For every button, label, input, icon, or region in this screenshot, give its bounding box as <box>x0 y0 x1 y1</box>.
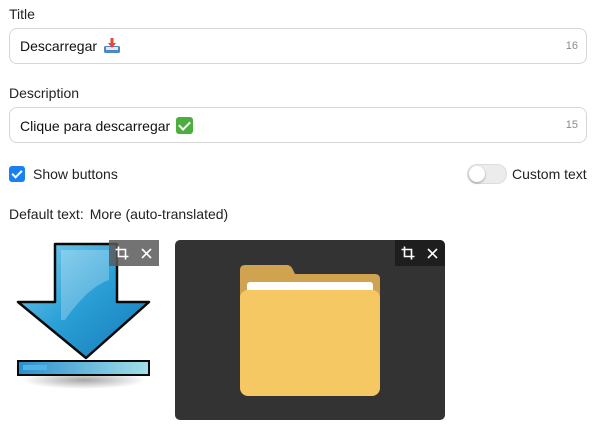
image-thumbnail-1[interactable] <box>9 240 159 390</box>
title-label: Title <box>9 6 35 22</box>
toggle-knob <box>469 166 485 182</box>
close-icon[interactable] <box>138 244 156 262</box>
description-char-counter: 15 <box>565 119 578 131</box>
title-char-counter: 16 <box>565 40 578 52</box>
check-mark-icon <box>176 117 194 134</box>
description-label: Description <box>9 85 80 101</box>
description-value[interactable]: Clique para descarregar <box>20 118 170 134</box>
custom-text-toggle[interactable] <box>467 164 507 184</box>
title-field[interactable]: Descarregar 16 <box>9 28 587 64</box>
show-buttons-label[interactable]: Show buttons <box>33 166 118 182</box>
default-text-row: Default text: More (auto-translated) <box>9 206 228 222</box>
close-icon[interactable] <box>424 244 442 262</box>
custom-text-label[interactable]: Custom text <box>512 166 587 182</box>
crop-icon[interactable] <box>113 244 131 262</box>
image-1-toolbar <box>109 240 159 266</box>
inbox-tray-icon <box>103 38 121 54</box>
image-2-toolbar <box>395 240 445 266</box>
description-value-wrap[interactable]: Clique para descarregar <box>20 117 194 134</box>
crop-icon[interactable] <box>399 244 417 262</box>
folder-icon <box>240 265 380 396</box>
title-value-wrap[interactable]: Descarregar <box>20 38 121 54</box>
default-text-label: Default text: <box>9 206 84 222</box>
image-thumbnail-2[interactable] <box>175 240 445 420</box>
title-value[interactable]: Descarregar <box>20 38 97 54</box>
default-text-value: More (auto-translated) <box>89 206 229 222</box>
description-field[interactable]: Clique para descarregar 15 <box>9 107 587 143</box>
show-buttons-checkbox[interactable] <box>9 166 25 182</box>
